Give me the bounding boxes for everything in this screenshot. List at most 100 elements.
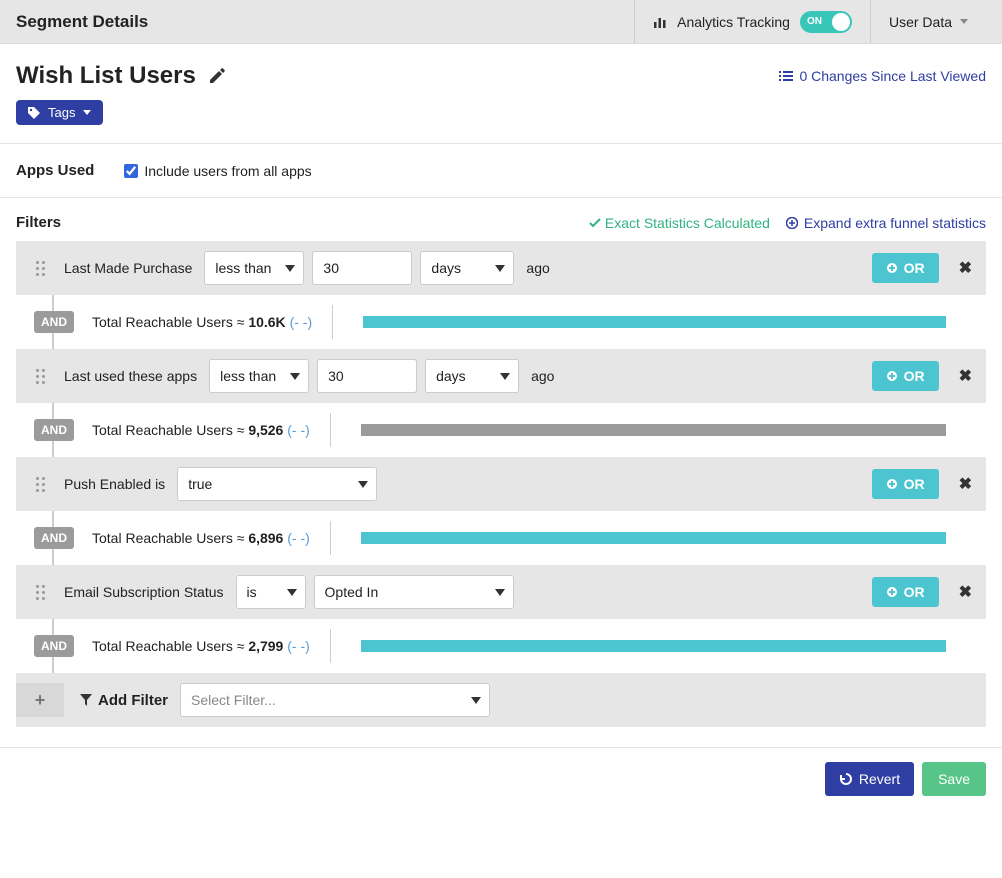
- value-input[interactable]: 30: [312, 251, 412, 285]
- chevron-down-icon: [960, 19, 968, 24]
- caret-down-icon: [358, 481, 368, 488]
- drag-handle[interactable]: [16, 477, 64, 492]
- and-reachable-row: AND Total Reachable Users ≈ 10.6K (- -): [16, 295, 986, 349]
- filter-label: Email Subscription Status: [64, 584, 224, 600]
- caret-down-icon: [83, 110, 91, 115]
- operator-select[interactable]: less than: [209, 359, 309, 393]
- reachable-progress-bar: [361, 640, 946, 652]
- plus-circle-icon: [886, 478, 898, 490]
- page-header: Segment Details Analytics Tracking ON Us…: [0, 0, 1002, 44]
- filter-row: Last used these apps less than 30 days a…: [16, 349, 986, 403]
- or-button[interactable]: OR: [872, 469, 939, 499]
- progress-fill: [361, 640, 946, 652]
- dash-link[interactable]: (- -): [287, 638, 310, 654]
- toggle-knob: [832, 13, 850, 31]
- save-button[interactable]: Save: [922, 762, 986, 796]
- changes-since-viewed-link[interactable]: 0 Changes Since Last Viewed: [779, 68, 986, 84]
- segment-title-row: Wish List Users 0 Changes Since Last Vie…: [0, 44, 1002, 100]
- bool-select[interactable]: true: [177, 467, 377, 501]
- plus-circle-icon: [886, 262, 898, 274]
- reachable-text: Total Reachable Users ≈ 6,896 (- -): [92, 530, 310, 546]
- progress-fill: [363, 316, 946, 328]
- or-button[interactable]: OR: [872, 253, 939, 283]
- chart-bar-icon: [653, 15, 667, 29]
- unit-select[interactable]: days: [420, 251, 514, 285]
- caret-down-icon: [500, 373, 510, 380]
- reachable-progress-bar: [363, 316, 946, 328]
- user-data-label: User Data: [889, 14, 952, 30]
- is-select[interactable]: is: [236, 575, 306, 609]
- reachable-text: Total Reachable Users ≈ 9,526 (- -): [92, 422, 310, 438]
- drag-dots-icon: [36, 261, 45, 276]
- filter-label: Push Enabled is: [64, 476, 165, 492]
- dash-link[interactable]: (- -): [290, 314, 313, 330]
- drag-handle[interactable]: [16, 261, 64, 276]
- tags-button[interactable]: Tags: [16, 100, 103, 125]
- drag-dots-icon: [36, 477, 45, 492]
- analytics-tracking-toggle[interactable]: ON: [800, 11, 852, 33]
- or-button[interactable]: OR: [872, 577, 939, 607]
- tags-row: Tags: [0, 100, 1002, 143]
- include-all-apps-checkbox-label[interactable]: Include users from all apps: [124, 163, 311, 179]
- and-reachable-row: AND Total Reachable Users ≈ 6,896 (- -): [16, 511, 986, 565]
- remove-filter-button[interactable]: ✖: [959, 366, 972, 386]
- revert-icon: [839, 772, 853, 786]
- drag-handle[interactable]: [16, 369, 64, 384]
- exact-stats-indicator: Exact Statistics Calculated: [589, 215, 770, 231]
- drag-dots-icon: [36, 369, 45, 384]
- dash-link[interactable]: (- -): [287, 530, 310, 546]
- user-data-dropdown[interactable]: User Data: [870, 0, 986, 43]
- operator-select[interactable]: less than: [204, 251, 304, 285]
- add-filter-label: Add Filter: [80, 692, 168, 709]
- drag-dots-icon: [36, 585, 45, 600]
- filter-icon: [80, 694, 92, 706]
- edit-icon[interactable]: [208, 67, 226, 85]
- check-icon: [589, 218, 601, 228]
- segment-name: Wish List Users: [16, 62, 196, 90]
- page-title: Segment Details: [16, 12, 634, 32]
- or-button[interactable]: OR: [872, 361, 939, 391]
- revert-button[interactable]: Revert: [825, 762, 914, 796]
- toggle-state-label: ON: [807, 16, 822, 27]
- apps-used-section: Apps Used Include users from all apps: [0, 144, 1002, 197]
- list-icon: [779, 70, 793, 82]
- ago-text: ago: [526, 260, 549, 276]
- and-reachable-row: AND Total Reachable Users ≈ 2,799 (- -): [16, 619, 986, 673]
- dash-link[interactable]: (- -): [287, 422, 310, 438]
- include-all-apps-text: Include users from all apps: [144, 163, 311, 179]
- include-all-apps-checkbox[interactable]: [124, 164, 138, 178]
- reachable-text: Total Reachable Users ≈ 10.6K (- -): [92, 314, 312, 330]
- filter-label: Last used these apps: [64, 368, 197, 384]
- and-badge: AND: [34, 419, 74, 441]
- reachable-progress-bar: [361, 424, 946, 436]
- header-right: Analytics Tracking ON User Data: [634, 0, 986, 43]
- reachable-progress-bar: [361, 532, 946, 544]
- remove-filter-button[interactable]: ✖: [959, 258, 972, 278]
- progress-fill: [361, 424, 946, 436]
- changes-text: 0 Changes Since Last Viewed: [799, 68, 986, 84]
- ago-text: ago: [531, 368, 554, 384]
- tag-icon: [28, 107, 40, 119]
- tags-label: Tags: [48, 105, 75, 120]
- filter-row: Last Made Purchase less than 30 days ago…: [16, 241, 986, 295]
- and-badge: AND: [34, 527, 74, 549]
- remove-filter-button[interactable]: ✖: [959, 474, 972, 494]
- add-filter-plus-button[interactable]: +: [16, 683, 64, 717]
- status-select[interactable]: Opted In: [314, 575, 514, 609]
- drag-handle[interactable]: [16, 585, 64, 600]
- filter-label: Last Made Purchase: [64, 260, 192, 276]
- and-reachable-row: AND Total Reachable Users ≈ 9,526 (- -): [16, 403, 986, 457]
- caret-down-icon: [471, 697, 481, 704]
- select-filter-dropdown[interactable]: Select Filter...: [180, 683, 490, 717]
- remove-filter-button[interactable]: ✖: [959, 582, 972, 602]
- expand-funnel-stats-link[interactable]: Expand extra funnel statistics: [786, 215, 986, 231]
- filter-row: Email Subscription Status is Opted In OR…: [16, 565, 986, 619]
- value-input[interactable]: 30: [317, 359, 417, 393]
- plus-circle-icon: [886, 586, 898, 598]
- add-filter-row: + Add Filter Select Filter...: [16, 673, 986, 727]
- unit-select[interactable]: days: [425, 359, 519, 393]
- caret-down-icon: [290, 373, 300, 380]
- reachable-text: Total Reachable Users ≈ 2,799 (- -): [92, 638, 310, 654]
- caret-down-icon: [495, 589, 505, 596]
- apps-used-label: Apps Used: [16, 162, 94, 179]
